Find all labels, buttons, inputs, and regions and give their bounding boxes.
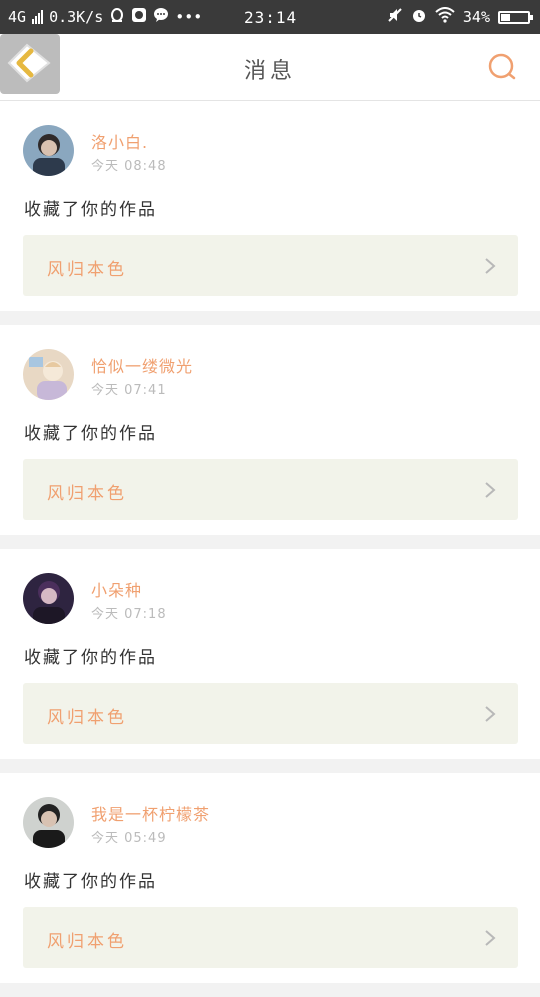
message-item: 小朵种 今天 07:18 收藏了你的作品 风归本色: [0, 549, 540, 759]
username[interactable]: 恰似一缕微光: [91, 353, 193, 377]
status-bar: 4G 0.3K/s ••• 23:14 34%: [0, 0, 540, 34]
chevron-right-icon: [485, 258, 496, 274]
avatar[interactable]: [23, 797, 74, 848]
chat-icon: [153, 7, 169, 27]
work-link[interactable]: 风归本色: [23, 235, 518, 296]
action-text: 收藏了你的作品: [24, 648, 157, 668]
username[interactable]: 我是一杯柠檬茶: [91, 801, 210, 825]
alarm-icon: [411, 7, 427, 27]
signal-icon: [32, 10, 44, 24]
message-item: 洛小白. 今天 08:48 收藏了你的作品 风归本色: [0, 101, 540, 311]
action-text: 收藏了你的作品: [24, 424, 157, 444]
network-speed: 0.3K/s: [49, 8, 104, 26]
work-title: 风归本色: [47, 708, 127, 728]
timestamp: 今天 07:41: [91, 383, 167, 398]
search-button[interactable]: [486, 51, 518, 83]
action-text: 收藏了你的作品: [24, 200, 157, 220]
chevron-right-icon: [485, 482, 496, 498]
work-title: 风归本色: [47, 932, 127, 952]
qq-icon: [109, 7, 125, 27]
username[interactable]: 洛小白.: [91, 129, 148, 153]
mute-icon: [387, 7, 403, 27]
page-title: 消息: [243, 59, 296, 84]
avatar[interactable]: [23, 573, 74, 624]
timestamp: 今天 05:49: [91, 831, 167, 846]
work-title: 风归本色: [47, 484, 127, 504]
avatar[interactable]: [23, 125, 74, 176]
photo-icon: [131, 7, 147, 27]
action-text: 收藏了你的作品: [24, 872, 157, 892]
more-dots-icon: •••: [175, 7, 203, 26]
timestamp: 今天 07:18: [91, 607, 167, 622]
chevron-right-icon: [485, 706, 496, 722]
message-item: 我是一杯柠檬茶 今天 05:49 收藏了你的作品 风归本色: [0, 773, 540, 983]
network-type: 4G: [8, 8, 27, 26]
timestamp: 今天 08:48: [91, 159, 167, 174]
battery-icon: [498, 10, 533, 24]
status-time: 23:14: [244, 8, 298, 27]
username[interactable]: 小朵种: [91, 577, 142, 601]
work-link[interactable]: 风归本色: [23, 683, 518, 744]
chevron-right-icon: [485, 930, 496, 946]
message-item: 恰似一缕微光 今天 07:41 收藏了你的作品 风归本色: [0, 325, 540, 535]
avatar[interactable]: [23, 349, 74, 400]
wifi-icon: [435, 7, 455, 27]
work-link[interactable]: 风归本色: [23, 907, 518, 968]
work-link[interactable]: 风归本色: [23, 459, 518, 520]
message-list: 洛小白. 今天 08:48 收藏了你的作品 风归本色 恰似一缕微光 今天 07:…: [0, 101, 540, 997]
top-bar: 消息: [0, 34, 540, 101]
battery-percent: 34%: [462, 8, 490, 26]
work-title: 风归本色: [47, 260, 127, 280]
search-icon: [488, 53, 516, 80]
